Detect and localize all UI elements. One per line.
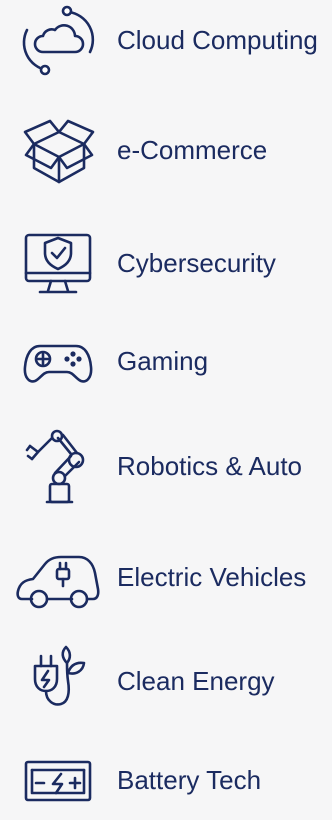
battery-icon: [15, 740, 101, 820]
category-item-clean-energy[interactable]: Clean Energy: [0, 641, 332, 721]
category-item-cloud-computing[interactable]: Cloud Computing: [0, 0, 332, 80]
shield-monitor-icon: [15, 223, 101, 303]
category-list: Cloud Computing e-Commerce Cybersecurity…: [0, 0, 332, 804]
robot-arm-icon: [15, 426, 101, 506]
category-label: Cybersecurity: [117, 248, 276, 278]
category-label: Gaming: [117, 346, 209, 376]
electric-car-icon: [15, 537, 101, 617]
category-item-gaming[interactable]: Gaming: [0, 321, 332, 401]
category-label: Electric Vehicles: [117, 562, 307, 592]
category-item-battery-tech[interactable]: Battery Tech: [0, 740, 332, 820]
category-label: Clean Energy: [117, 666, 275, 696]
category-label: Robotics & Auto: [117, 451, 302, 481]
category-label: e-Commerce: [117, 135, 268, 165]
gamepad-icon: [15, 321, 101, 401]
category-item-cybersecurity[interactable]: Cybersecurity: [0, 223, 332, 303]
plug-leaf-icon: [15, 641, 101, 721]
category-label: Cloud Computing: [117, 25, 318, 55]
cloud-sync-icon: [15, 0, 101, 80]
category-item-robotics-auto[interactable]: Robotics & Auto: [0, 426, 332, 506]
open-box-icon: [15, 110, 101, 190]
category-item-e-commerce[interactable]: e-Commerce: [0, 110, 332, 190]
category-item-electric-vehicles[interactable]: Electric Vehicles: [0, 537, 332, 617]
category-label: Battery Tech: [117, 765, 262, 795]
